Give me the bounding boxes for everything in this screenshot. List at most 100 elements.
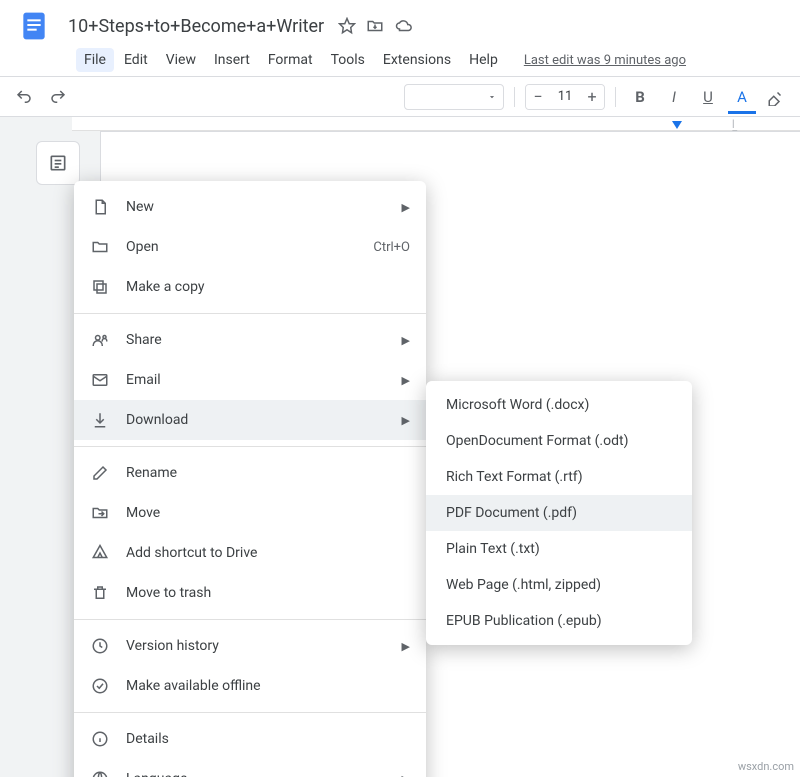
toolbar-separator (514, 87, 515, 107)
download-txt[interactable]: Plain Text (.txt) (426, 531, 692, 567)
font-size-value[interactable]: 11 (550, 89, 580, 104)
menu-label: OpenDocument Format (.odt) (446, 433, 672, 449)
download-icon (90, 410, 110, 430)
menu-label: Move (126, 505, 410, 521)
submenu-arrow-icon: ▶ (402, 334, 410, 347)
download-rtf[interactable]: Rich Text Format (.rtf) (426, 459, 692, 495)
menu-separator (74, 313, 426, 314)
outline-toggle-button[interactable] (36, 141, 80, 185)
globe-icon (90, 769, 110, 777)
menu-label: Rename (126, 465, 410, 481)
app-header: 10+Steps+to+Become+a+Writer File Edit Vi… (0, 0, 800, 77)
menu-email[interactable]: Email ▶ (74, 360, 426, 400)
share-icon (90, 330, 110, 350)
toolbar-separator (615, 87, 616, 107)
menu-label: Move to trash (126, 585, 410, 601)
italic-button[interactable]: I (660, 83, 688, 111)
download-docx[interactable]: Microsoft Word (.docx) (426, 387, 692, 423)
menu-label: Language (126, 771, 386, 777)
menu-label: Add shortcut to Drive (126, 545, 410, 561)
menu-format[interactable]: Format (260, 48, 321, 72)
menu-insert[interactable]: Insert (206, 48, 258, 72)
menu-help[interactable]: Help (461, 48, 506, 72)
trash-icon (90, 583, 110, 603)
docs-logo-icon[interactable] (14, 6, 54, 46)
font-select[interactable] (404, 84, 504, 110)
history-icon (90, 636, 110, 656)
move-icon (90, 503, 110, 523)
menu-label: Download (126, 412, 386, 428)
menu-download[interactable]: Download ▶ (74, 400, 426, 440)
star-icon[interactable] (338, 17, 356, 35)
menu-separator (74, 446, 426, 447)
menubar: File Edit View Insert Format Tools Exten… (10, 46, 790, 76)
menu-move[interactable]: Move (74, 493, 426, 533)
menu-label: Rich Text Format (.rtf) (446, 469, 672, 485)
font-size-increase-button[interactable]: + (580, 85, 604, 109)
cloud-status-icon[interactable] (394, 17, 414, 35)
move-to-folder-icon[interactable] (366, 17, 384, 35)
download-odt[interactable]: OpenDocument Format (.odt) (426, 423, 692, 459)
submenu-arrow-icon: ▶ (402, 201, 410, 214)
menu-tools[interactable]: Tools (323, 48, 373, 72)
redo-button[interactable] (44, 83, 72, 111)
menu-label: Open (126, 239, 357, 255)
menu-open[interactable]: Open Ctrl+O (74, 227, 426, 267)
submenu-arrow-icon: ▶ (402, 414, 410, 427)
font-size-decrease-button[interactable]: − (526, 85, 550, 109)
menu-label: Details (126, 731, 410, 747)
copy-icon (90, 277, 110, 297)
bold-button[interactable]: B (626, 83, 654, 111)
text-color-button[interactable]: A (728, 83, 756, 111)
menu-label: Share (126, 332, 386, 348)
menu-label: Version history (126, 638, 386, 654)
file-dropdown: New ▶ Open Ctrl+O Make a copy Share ▶ Em… (74, 181, 426, 777)
download-epub[interactable]: EPUB Publication (.epub) (426, 603, 692, 639)
menu-new[interactable]: New ▶ (74, 187, 426, 227)
document-title[interactable]: 10+Steps+to+Become+a+Writer (64, 14, 328, 39)
title-icons (338, 17, 414, 35)
info-icon (90, 729, 110, 749)
menu-extensions[interactable]: Extensions (375, 48, 459, 72)
menu-trash[interactable]: Move to trash (74, 573, 426, 613)
underline-button[interactable]: U (694, 83, 722, 111)
undo-button[interactable] (10, 83, 38, 111)
submenu-arrow-icon: ▶ (402, 640, 410, 653)
shortcut-label: Ctrl+O (373, 240, 410, 255)
highlight-button[interactable] (762, 83, 790, 111)
watermark: wsxdn.com (738, 760, 794, 773)
menu-version-history[interactable]: Version history ▶ (74, 626, 426, 666)
rename-icon (90, 463, 110, 483)
menu-separator (74, 619, 426, 620)
workspace: | 7 A D L E R ᔓᔓᔓᔓᔓᔓᔓ becomi • So y t Wh… (0, 117, 800, 777)
menu-offline[interactable]: Make available offline (74, 666, 426, 706)
download-pdf[interactable]: PDF Document (.pdf) (426, 495, 692, 531)
menu-label: Microsoft Word (.docx) (446, 397, 672, 413)
folder-icon (90, 237, 110, 257)
menu-label: Web Page (.html, zipped) (446, 577, 672, 593)
menu-edit[interactable]: Edit (116, 48, 156, 72)
menu-language[interactable]: Language ▶ (74, 759, 426, 777)
menu-share[interactable]: Share ▶ (74, 320, 426, 360)
email-icon (90, 370, 110, 390)
horizontal-ruler[interactable]: | 7 (72, 117, 800, 131)
menu-label: EPUB Publication (.epub) (446, 613, 672, 629)
download-html[interactable]: Web Page (.html, zipped) (426, 567, 692, 603)
toolbar: − 11 + B I U A (0, 77, 800, 117)
menu-rename[interactable]: Rename (74, 453, 426, 493)
menu-label: Plain Text (.txt) (446, 541, 672, 557)
submenu-arrow-icon: ▶ (402, 773, 410, 777)
menu-make-copy[interactable]: Make a copy (74, 267, 426, 307)
offline-icon (90, 676, 110, 696)
menu-label: Email (126, 372, 386, 388)
submenu-arrow-icon: ▶ (402, 374, 410, 387)
menu-label: Make available offline (126, 678, 410, 694)
menu-view[interactable]: View (158, 48, 204, 72)
menu-add-shortcut[interactable]: Add shortcut to Drive (74, 533, 426, 573)
title-row: 10+Steps+to+Become+a+Writer (10, 6, 790, 46)
menu-details[interactable]: Details (74, 719, 426, 759)
menu-label: Make a copy (126, 279, 410, 295)
last-edit-link[interactable]: Last edit was 9 minutes ago (524, 53, 686, 68)
menu-separator (74, 712, 426, 713)
menu-file[interactable]: File (76, 48, 114, 72)
